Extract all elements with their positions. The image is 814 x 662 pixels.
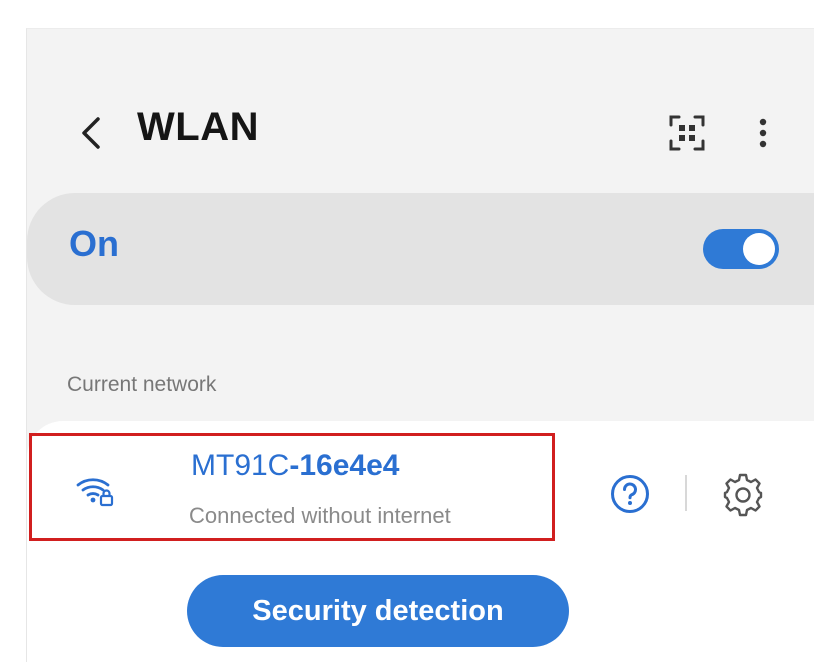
network-status: Connected without internet bbox=[189, 503, 451, 528]
qr-scan-icon[interactable] bbox=[667, 113, 707, 153]
current-network-label: Current network bbox=[67, 373, 217, 396]
switch-knob bbox=[743, 233, 775, 265]
wifi-lock-icon bbox=[75, 469, 115, 509]
wlan-toggle-row[interactable]: On bbox=[27, 193, 814, 305]
wlan-screen: WLAN On Current network MT91C-16e4e4 Con… bbox=[26, 28, 814, 662]
gear-icon[interactable] bbox=[721, 473, 765, 517]
wlan-state-label: On bbox=[69, 223, 119, 264]
ssid-prefix: MT91C bbox=[191, 449, 290, 482]
back-icon[interactable] bbox=[71, 113, 111, 153]
more-vert-icon[interactable] bbox=[751, 113, 775, 153]
page-title: WLAN bbox=[137, 105, 259, 149]
question-icon[interactable] bbox=[609, 473, 651, 515]
security-detection-button[interactable]: Security detection bbox=[187, 575, 569, 647]
wlan-switch[interactable] bbox=[703, 229, 779, 269]
app-header: WLAN bbox=[27, 29, 814, 199]
ssid-suffix: -16e4e4 bbox=[289, 449, 400, 482]
icon-divider bbox=[685, 475, 687, 511]
network-ssid[interactable]: MT91C-16e4e4 bbox=[191, 449, 399, 483]
